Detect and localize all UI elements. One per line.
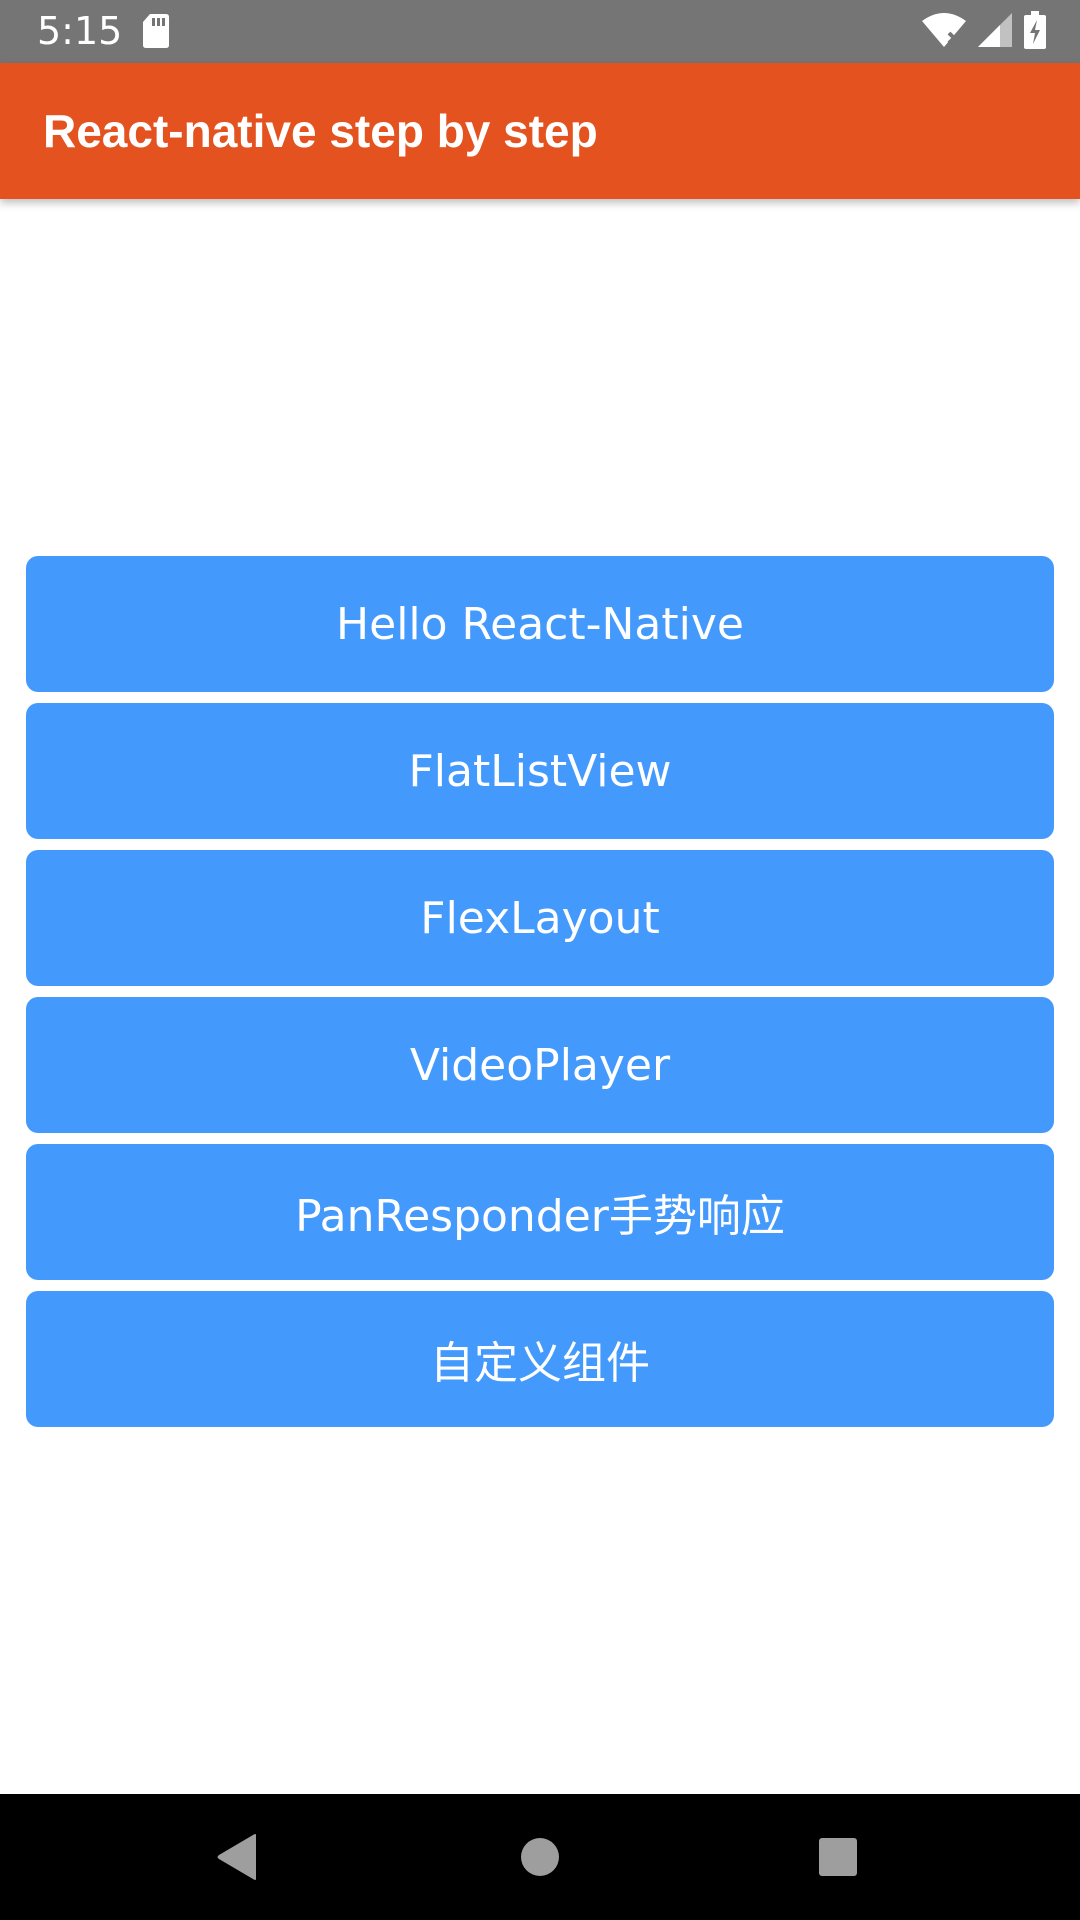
battery-charging-icon bbox=[1024, 11, 1046, 53]
panresponder-button[interactable]: PanResponder手势响应 bbox=[26, 1144, 1054, 1280]
menu-list: Hello React-Native FlatListView FlexLayo… bbox=[26, 556, 1054, 1438]
hello-react-native-button[interactable]: Hello React-Native bbox=[26, 556, 1054, 692]
status-time: 5:15 bbox=[37, 9, 123, 53]
custom-component-button[interactable]: 自定义组件 bbox=[26, 1291, 1054, 1427]
status-icons bbox=[922, 11, 1046, 53]
app-bar: React-native step by step bbox=[0, 63, 1080, 199]
back-icon[interactable] bbox=[198, 1817, 278, 1897]
app-screen: 5:15 React-native step by step Hello Rea… bbox=[0, 0, 1080, 1920]
signal-icon bbox=[978, 13, 1012, 51]
status-bar: 5:15 bbox=[0, 0, 1080, 63]
home-icon[interactable] bbox=[500, 1817, 580, 1897]
flexlayout-button[interactable]: FlexLayout bbox=[26, 850, 1054, 986]
app-title: React-native step by step bbox=[43, 105, 598, 157]
videoplayer-button[interactable]: VideoPlayer bbox=[26, 997, 1054, 1133]
nav-bar bbox=[0, 1794, 1080, 1920]
recents-icon[interactable] bbox=[798, 1817, 878, 1897]
flatlistview-button[interactable]: FlatListView bbox=[26, 703, 1054, 839]
sd-card-icon bbox=[143, 14, 169, 48]
wifi-icon bbox=[922, 13, 966, 51]
